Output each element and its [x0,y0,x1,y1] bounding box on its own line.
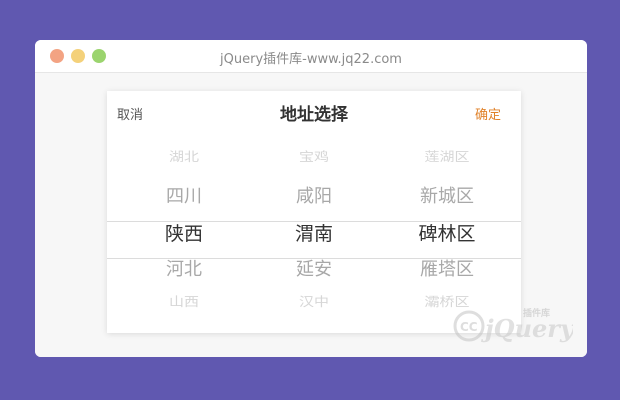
window-titlebar: jQuery插件库-www.jq22.com [35,40,587,73]
city-option-selected[interactable]: 渭南 [245,219,383,246]
picker-title: 地址选择 [280,105,348,125]
city-option[interactable]: 宝鸡 [245,148,383,165]
browser-window: jQuery插件库-www.jq22.com 取消 地址选择 确定 湖北 四川 … [35,40,587,357]
province-option[interactable]: 山西 [115,293,253,310]
district-option[interactable]: 新城区 [378,182,516,208]
province-option-selected[interactable]: 陕西 [115,219,253,246]
window-title: jQuery插件库-www.jq22.com [220,52,402,67]
city-option[interactable]: 汉中 [245,293,383,310]
watermark-cn-label: 插件库 [523,307,550,319]
district-option-selected[interactable]: 碑林区 [378,219,516,246]
page-content: 取消 地址选择 确定 湖北 四川 陕西 河北 山西 宝鸡 咸阳 渭南 延安 汉中… [35,73,587,357]
address-picker: 取消 地址选择 确定 湖北 四川 陕西 河北 山西 宝鸡 咸阳 渭南 延安 汉中… [107,91,521,333]
province-option[interactable]: 河北 [115,255,253,281]
district-column[interactable]: 莲湖区 新城区 碑林区 雁塔区 灞桥区 [378,131,516,311]
city-column[interactable]: 宝鸡 咸阳 渭南 延安 汉中 [245,131,383,311]
picker-header: 取消 地址选择 确定 [107,91,521,131]
city-option[interactable]: 咸阳 [245,182,383,208]
province-column[interactable]: 湖北 四川 陕西 河北 山西 [115,131,253,311]
province-option[interactable]: 四川 [115,182,253,208]
picker-columns[interactable]: 湖北 四川 陕西 河北 山西 宝鸡 咸阳 渭南 延安 汉中 莲湖区 新城区 碑林… [107,131,521,311]
district-option[interactable]: 雁塔区 [378,255,516,281]
svg-text:CC: CC [460,320,478,334]
city-option[interactable]: 延安 [245,255,383,281]
confirm-button[interactable]: 确定 [475,104,501,123]
district-option[interactable]: 莲湖区 [378,148,516,165]
province-option[interactable]: 湖北 [115,148,253,165]
jquery-logo-watermark: CC jQuery 插件库 [453,307,573,343]
